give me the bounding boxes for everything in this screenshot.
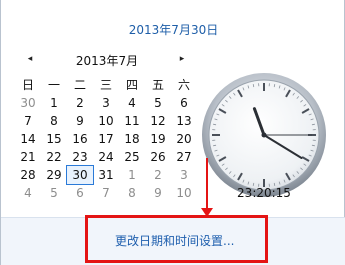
calendar-day[interactable]: 22 xyxy=(41,148,67,166)
annotation-highlight-box xyxy=(85,215,268,263)
calendar-day[interactable]: 15 xyxy=(41,130,67,148)
calendar-day[interactable]: 21 xyxy=(15,148,41,166)
calendar-week-row: 28 29 30 31 1 2 3 xyxy=(15,165,197,185)
calendar-day[interactable]: 4 xyxy=(119,94,145,112)
calendar-day[interactable]: 10 xyxy=(93,112,119,130)
weekday-label: 日 xyxy=(21,78,34,92)
calendar-day[interactable]: 6 xyxy=(67,184,93,202)
calendar-day[interactable]: 30 xyxy=(15,94,41,112)
weekday-label: 六 xyxy=(177,78,190,92)
calendar-day[interactable]: 3 xyxy=(171,166,197,184)
calendar-day[interactable]: 16 xyxy=(67,130,93,148)
calendar-day[interactable]: 9 xyxy=(67,112,93,130)
calendar-day[interactable]: 28 xyxy=(15,166,41,184)
calendar-day[interactable]: 14 xyxy=(15,130,41,148)
digital-time: 23:20:15 xyxy=(237,186,291,200)
calendar-day-selected[interactable]: 30 xyxy=(66,165,94,185)
calendar-day[interactable]: 2 xyxy=(67,94,93,112)
calendar-day[interactable]: 8 xyxy=(41,112,67,130)
calendar-day[interactable]: 5 xyxy=(145,94,171,112)
calendar-day[interactable]: 11 xyxy=(119,112,145,130)
calendar-day[interactable]: 7 xyxy=(93,184,119,202)
calendar-day[interactable]: 31 xyxy=(93,166,119,184)
weekday-label: 一 xyxy=(47,78,60,92)
datetime-flyout: 2013年7月30日 ◂ 2013年7月 ▸ 日 一 二 三 四 五 六 30 … xyxy=(0,0,345,265)
calendar-day[interactable]: 13 xyxy=(171,112,197,130)
calendar-day[interactable]: 20 xyxy=(171,130,197,148)
calendar-day[interactable]: 5 xyxy=(41,184,67,202)
analog-clock xyxy=(202,73,326,197)
calendar-day[interactable]: 6 xyxy=(171,94,197,112)
calendar-day[interactable]: 26 xyxy=(145,148,171,166)
calendar-day[interactable]: 1 xyxy=(41,94,67,112)
calendar-day[interactable]: 3 xyxy=(93,94,119,112)
calendar-day[interactable]: 12 xyxy=(145,112,171,130)
calendar-week-row: 14 15 16 17 18 19 20 xyxy=(15,130,197,148)
calendar-day[interactable]: 24 xyxy=(93,148,119,166)
calendar-day[interactable]: 29 xyxy=(41,166,67,184)
calendar-week-row: 30 1 2 3 4 5 6 xyxy=(15,94,197,112)
calendar-day[interactable]: 25 xyxy=(119,148,145,166)
calendar-day[interactable]: 18 xyxy=(119,130,145,148)
weekday-header-row: 日 一 二 三 四 五 六 xyxy=(15,76,197,94)
calendar-day[interactable]: 10 xyxy=(171,184,197,202)
clock-center xyxy=(261,132,267,138)
calendar-day[interactable]: 27 xyxy=(171,148,197,166)
calendar-month-title[interactable]: 2013年7月 xyxy=(57,52,157,69)
previous-month-icon[interactable]: ◂ xyxy=(25,53,35,65)
calendar-grid: 日 一 二 三 四 五 六 30 1 2 3 4 5 6 7 8 9 10 11… xyxy=(15,76,197,202)
calendar-day[interactable]: 1 xyxy=(119,166,145,184)
calendar-day[interactable]: 4 xyxy=(15,184,41,202)
calendar-day[interactable]: 7 xyxy=(15,112,41,130)
calendar-day[interactable]: 17 xyxy=(93,130,119,148)
calendar-week-row: 4 5 6 7 8 9 10 xyxy=(15,184,197,202)
calendar-week-row: 21 22 23 24 25 26 27 xyxy=(15,148,197,166)
calendar-day[interactable]: 8 xyxy=(119,184,145,202)
calendar-day[interactable]: 23 xyxy=(67,148,93,166)
weekday-label: 五 xyxy=(151,78,164,92)
weekday-label: 二 xyxy=(73,78,86,92)
weekday-label: 四 xyxy=(125,78,138,92)
calendar-day[interactable]: 2 xyxy=(145,166,171,184)
calendar-day[interactable]: 19 xyxy=(145,130,171,148)
full-date-link[interactable]: 2013年7月30日 xyxy=(1,21,345,38)
next-month-icon[interactable]: ▸ xyxy=(177,53,187,65)
weekday-label: 三 xyxy=(99,78,112,92)
calendar-day[interactable]: 9 xyxy=(145,184,171,202)
annotation-arrow-line xyxy=(206,158,208,212)
calendar-week-row: 7 8 9 10 11 12 13 xyxy=(15,112,197,130)
